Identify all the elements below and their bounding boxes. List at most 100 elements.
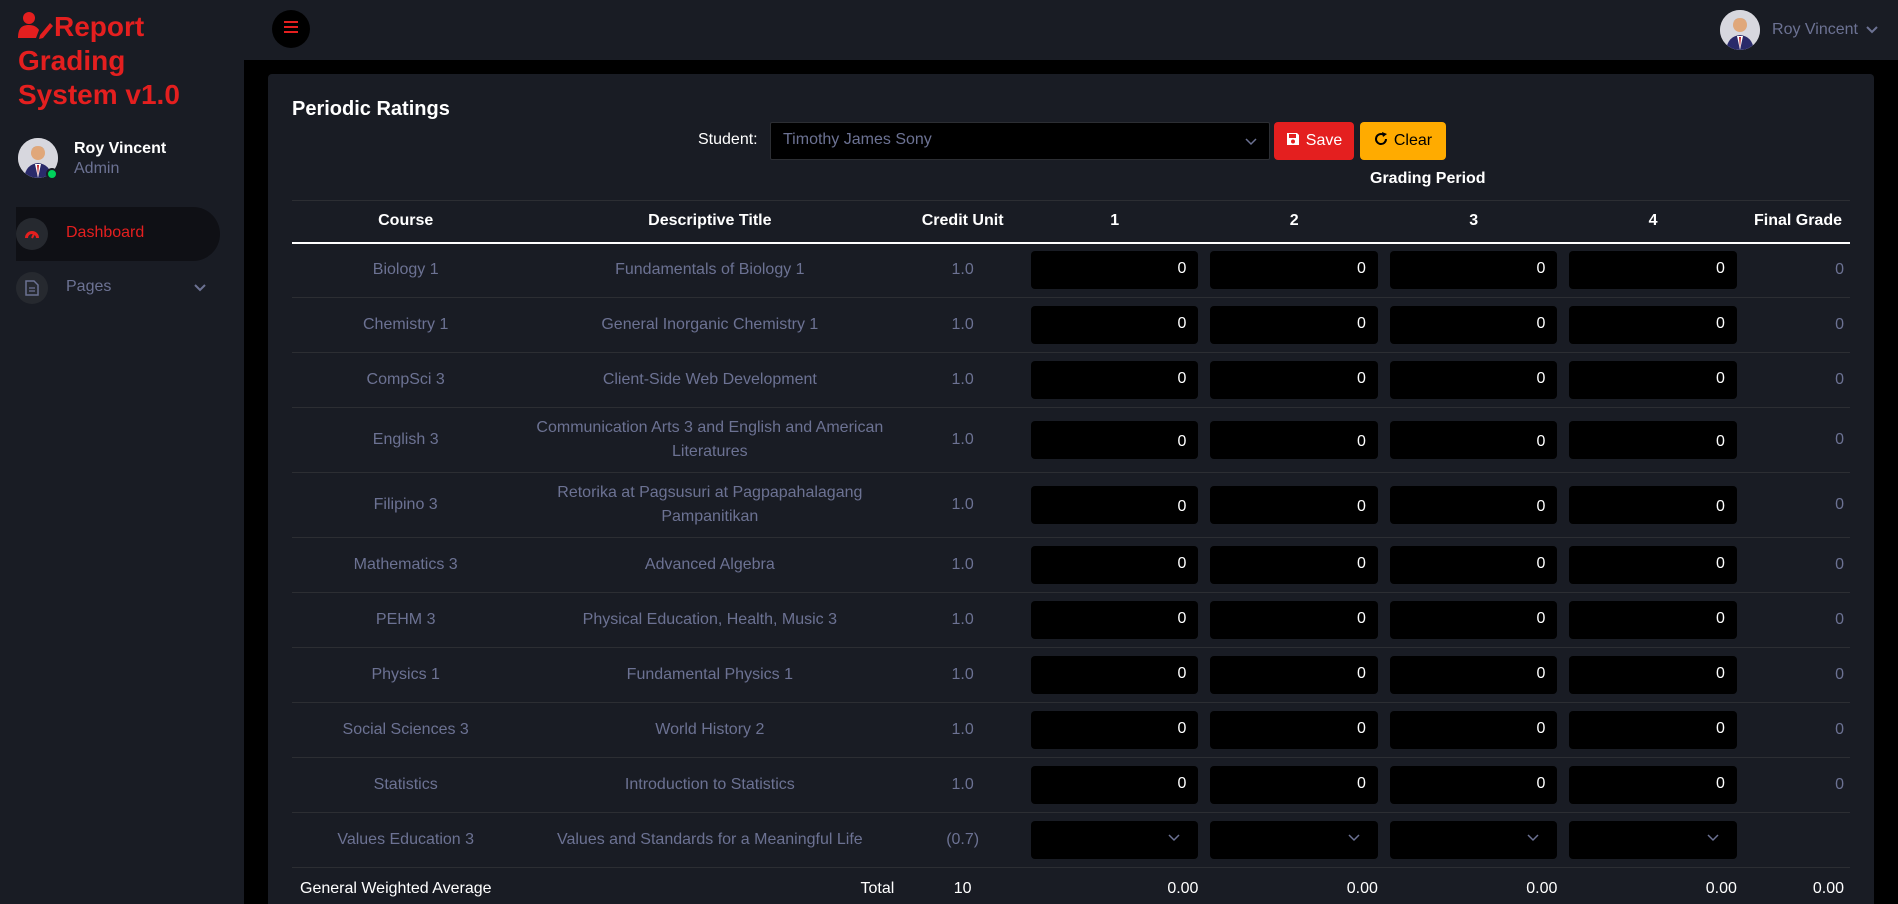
grade-cell: 0 <box>1024 297 1205 353</box>
grade-input-period-4[interactable]: 0 <box>1569 306 1737 344</box>
credit-unit-cell: 1.0 <box>900 702 1025 758</box>
table-row: English 3 Communication Arts 3 and Englis… <box>292 407 1850 473</box>
grade-select-period-3[interactable] <box>1389 821 1558 859</box>
student-selected-value: Timothy James Sony <box>783 131 932 148</box>
sidebar-item-dashboard[interactable]: Dashboard <box>16 207 220 261</box>
grade-cell: 0 <box>1024 407 1205 473</box>
grade-input-period-1[interactable]: 0 <box>1030 656 1199 694</box>
title-cell: Retorika at Pagsusuri at Pagpapahalagang… <box>519 472 901 538</box>
credit-unit-cell: 1.0 <box>900 407 1025 473</box>
grade-input-period-4[interactable]: 0 <box>1569 361 1737 399</box>
grade-input-period-4[interactable]: 0 <box>1569 766 1737 804</box>
column-header-credit-unit: Credit Unit <box>900 200 1025 244</box>
grade-input-period-1[interactable]: 0 <box>1030 421 1199 459</box>
column-header-final-grade: Final Grade <box>1742 200 1850 244</box>
grade-input-period-1[interactable]: 0 <box>1030 306 1199 344</box>
table-row: Chemistry 1 General Inorganic Chemistry 1… <box>292 297 1850 353</box>
grade-cell: 0 <box>1204 592 1384 648</box>
grade-input-period-1[interactable]: 0 <box>1030 546 1199 584</box>
column-header-period-3: 3 <box>1383 200 1564 244</box>
chevron-down-icon <box>1168 829 1180 845</box>
sidebar-item-pages[interactable]: Pages <box>16 261 220 315</box>
final-grade-cell: 0 <box>1742 407 1850 473</box>
user-menu-dropdown[interactable]: Roy Vincent <box>1720 8 1878 52</box>
credit-unit-cell: 1.0 <box>900 472 1025 538</box>
profile-name: Roy Vincent <box>74 140 167 157</box>
grade-input-period-2[interactable]: 0 <box>1210 486 1378 524</box>
grade-input-period-3[interactable]: 0 <box>1389 421 1558 459</box>
grade-input-period-4[interactable]: 0 <box>1569 601 1737 639</box>
grade-input-period-1[interactable]: 0 <box>1030 486 1199 524</box>
grade-cell: 0 <box>1383 647 1564 703</box>
grade-select-period-1[interactable] <box>1030 821 1199 859</box>
grade-input-period-3[interactable]: 0 <box>1389 251 1558 290</box>
grade-input-period-2[interactable]: 0 <box>1210 766 1378 804</box>
grade-input-period-3[interactable]: 0 <box>1389 546 1558 584</box>
save-button[interactable]: Save <box>1274 122 1354 160</box>
grade-input-period-1[interactable]: 0 <box>1030 766 1199 804</box>
grade-cell: 0 <box>1383 592 1564 648</box>
credit-unit-cell: 1.0 <box>900 537 1025 593</box>
course-cell: PEHM 3 <box>292 592 520 648</box>
file-document-icon <box>16 272 48 304</box>
grade-input-period-2[interactable]: 0 <box>1210 251 1378 290</box>
grade-cell: 0 <box>1563 352 1743 408</box>
grade-input-period-3[interactable]: 0 <box>1389 656 1558 694</box>
grade-cell <box>1383 812 1564 868</box>
grade-input-period-4[interactable]: 0 <box>1569 711 1737 749</box>
grade-input-period-3[interactable]: 0 <box>1389 361 1558 399</box>
grade-input-period-2[interactable]: 0 <box>1210 361 1378 399</box>
grade-select-period-2[interactable] <box>1210 821 1378 859</box>
grade-input-period-1[interactable]: 0 <box>1030 711 1199 749</box>
grade-input-period-4[interactable]: 0 <box>1569 486 1737 524</box>
grade-input-period-3[interactable]: 0 <box>1389 766 1558 804</box>
grade-input-period-2[interactable]: 0 <box>1210 546 1378 584</box>
grade-cell: 0 <box>1383 352 1564 408</box>
grade-input-period-1[interactable]: 0 <box>1030 601 1199 639</box>
profile-role: Admin <box>74 160 120 177</box>
column-header-period-4: 4 <box>1563 200 1743 244</box>
course-cell: CompSci 3 <box>292 352 520 408</box>
grade-input-period-1[interactable]: 0 <box>1030 251 1199 290</box>
grade-input-period-4[interactable]: 0 <box>1569 656 1737 694</box>
grade-input-period-4[interactable]: 0 <box>1569 546 1737 584</box>
grade-cell: 0 <box>1024 592 1205 648</box>
grade-cell: 0 <box>1563 757 1743 813</box>
grade-input-period-2[interactable]: 0 <box>1210 656 1378 694</box>
clear-button[interactable]: Clear <box>1360 122 1446 160</box>
grade-input-period-2[interactable]: 0 <box>1210 421 1378 459</box>
brand-logo[interactable]: Report Grading System v1.0 <box>18 10 228 112</box>
brand-line-2: Grading <box>18 45 126 76</box>
grade-cell: 0 <box>1204 297 1384 353</box>
grade-cell <box>1563 812 1743 868</box>
grade-cell: 0 <box>1563 647 1743 703</box>
table-row: Social Sciences 3 World History 2 1.0 0 0 0 0 0 <box>292 702 1850 758</box>
column-header-period-2: 2 <box>1204 200 1384 244</box>
table-header-row: Course Descriptive Title Credit Unit 1 2… <box>292 200 1850 244</box>
menu-toggle-button[interactable] <box>272 10 310 48</box>
student-select[interactable]: Timothy James Sony <box>770 122 1270 160</box>
course-cell: Values Education 3 <box>292 812 520 868</box>
grade-cell: 0 <box>1383 407 1564 473</box>
chevron-down-icon <box>1866 21 1878 39</box>
grade-cell: 0 <box>1024 242 1205 298</box>
grade-input-period-2[interactable]: 0 <box>1210 601 1378 639</box>
grade-input-period-1[interactable]: 0 <box>1030 361 1199 399</box>
grades-table: Course Descriptive Title Credit Unit 1 2… <box>292 200 1850 904</box>
course-cell: Filipino 3 <box>292 472 520 538</box>
sidebar: Report Grading System v1.0 Roy Vincent A… <box>0 0 244 904</box>
chevron-down-icon <box>194 279 206 295</box>
grade-input-period-2[interactable]: 0 <box>1210 306 1378 344</box>
grade-select-period-4[interactable] <box>1569 821 1737 859</box>
student-label: Student: <box>698 131 758 148</box>
grade-input-period-3[interactable]: 0 <box>1389 601 1558 639</box>
grade-input-period-4[interactable]: 0 <box>1569 421 1737 459</box>
brand-line-1: Report <box>54 11 145 42</box>
grade-input-period-3[interactable]: 0 <box>1389 306 1558 344</box>
grade-input-period-3[interactable]: 0 <box>1389 486 1558 524</box>
grade-cell: 0 <box>1563 702 1743 758</box>
title-cell: Client-Side Web Development <box>519 352 901 408</box>
grade-input-period-2[interactable]: 0 <box>1210 711 1378 749</box>
grade-input-period-3[interactable]: 0 <box>1389 711 1558 749</box>
grade-input-period-4[interactable]: 0 <box>1569 251 1737 290</box>
